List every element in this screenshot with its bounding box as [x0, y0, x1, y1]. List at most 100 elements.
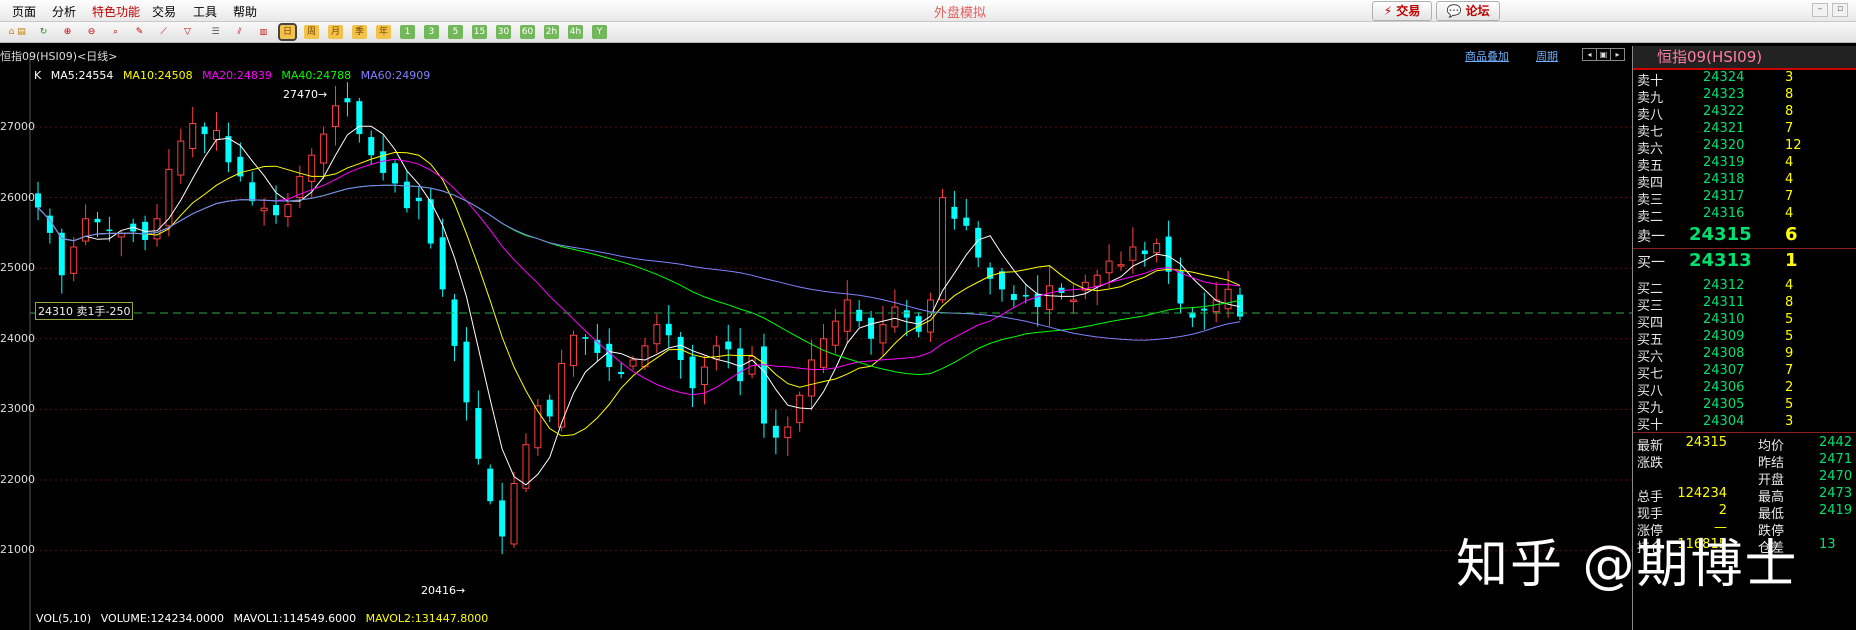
legend-mavol1: MAVOL1:114549.6000 [233, 612, 357, 625]
candle [700, 366, 708, 385]
candle [725, 341, 732, 350]
ask-row-volume: 8 [1785, 87, 1794, 102]
ask-row-price: 24322 [1703, 104, 1745, 119]
y-label: 22000 [0, 473, 35, 486]
ask-row-volume: 4 [1785, 155, 1794, 170]
bid-row-volume: 4 [1785, 278, 1794, 293]
watermark: 知乎 @期博士 [1456, 535, 1799, 595]
candle [1022, 295, 1029, 297]
y-label: 26000 [0, 191, 35, 204]
candle [1093, 274, 1101, 287]
candle [273, 205, 280, 216]
candle [1201, 308, 1208, 311]
candle [653, 324, 661, 345]
ask-row: 卖二 24316 4 [1633, 206, 1856, 226]
ma5-line [37, 125, 1241, 486]
candle [201, 126, 208, 135]
minimize-icon[interactable]: – [1812, 3, 1828, 17]
bid1-row-price: 24313 [1689, 250, 1752, 271]
ask1-row-volume: 6 [1785, 224, 1798, 245]
candle [534, 405, 542, 449]
candle [249, 182, 256, 202]
kline-chart[interactable] [0, 0, 1632, 630]
candle [677, 336, 684, 360]
bid-row-volume: 2 [1785, 380, 1794, 395]
legend-ma40: MA40:24788 [281, 69, 352, 82]
y-label: 21000 [0, 543, 35, 556]
stat-value: 2470 [1819, 469, 1853, 484]
stat-value: 13 [1819, 537, 1836, 552]
stat-value: 2442 [1819, 435, 1853, 450]
ask-row-volume: 8 [1785, 104, 1794, 119]
candle [368, 137, 375, 156]
candle [938, 197, 946, 301]
candle [1177, 271, 1184, 304]
bid1-row: 买一 24313 1 [1633, 250, 1856, 272]
candle [760, 346, 767, 424]
candle [879, 324, 887, 344]
candle [332, 105, 340, 127]
candle [415, 197, 422, 202]
stat-value: 2419 [1819, 503, 1853, 518]
candle [1069, 299, 1077, 302]
stats-divider [1633, 432, 1856, 433]
candle [772, 425, 779, 438]
bid-row-volume: 8 [1785, 295, 1794, 310]
candle [843, 299, 851, 332]
stat-value: 2471 [1819, 452, 1853, 467]
candle [320, 133, 328, 164]
candle [82, 218, 90, 242]
candle [1046, 285, 1054, 311]
candle [356, 101, 363, 135]
ask1-row-price: 24315 [1689, 224, 1752, 245]
restore-icon[interactable]: ▫ [1832, 3, 1848, 17]
legend-mavol2: MAVOL2:131447.8000 [365, 612, 489, 625]
bid-row-volume: 3 [1785, 414, 1794, 429]
candle [641, 345, 649, 368]
chart-right-icon[interactable]: ▸ [1610, 48, 1625, 61]
bid-row-volume: 5 [1785, 397, 1794, 412]
ask1-row: 卖一 24315 6 [1633, 224, 1856, 246]
candle [1010, 294, 1017, 300]
candle [903, 310, 910, 318]
ask-row-price: 24323 [1703, 87, 1745, 102]
candle [665, 323, 672, 336]
bid-row-price: 24306 [1703, 380, 1745, 395]
legend-k: K [34, 69, 42, 82]
candle [284, 204, 292, 218]
candle [165, 168, 173, 227]
bid-row-price: 24308 [1703, 346, 1745, 361]
candle [70, 246, 78, 274]
candle [213, 130, 221, 141]
chart-expand-icon[interactable]: ▣ [1596, 48, 1611, 61]
y-label: 24000 [0, 332, 35, 345]
candle [344, 98, 351, 103]
quote-header: 恒指09(HSI09) [1633, 46, 1856, 70]
bid-row-price: 24304 [1703, 414, 1745, 429]
stat-value: 24315 [1685, 435, 1727, 450]
bid-row-price: 24307 [1703, 363, 1745, 378]
candle [951, 206, 958, 219]
overlay-link[interactable]: 商品叠加 [1465, 48, 1509, 64]
stat-value: 2 [1718, 503, 1727, 518]
ask-row-price: 24324 [1703, 70, 1745, 85]
ask-row-price: 24320 [1703, 138, 1745, 153]
ask-row-volume: 3 [1785, 70, 1794, 85]
bid-row-price: 24305 [1703, 397, 1745, 412]
ask-row-label: 卖二 [1637, 210, 1664, 225]
candle [1117, 264, 1125, 267]
candle [451, 299, 458, 346]
bid-row-volume: 9 [1785, 346, 1794, 361]
period-link[interactable]: 周期 [1536, 48, 1558, 64]
ma-legend: K MA5:24554 MA10:24508 MA20:24839 MA40:2… [34, 69, 436, 82]
chart-title-bar: 恒指09(HSI09)<日线> 商品叠加 周期 [0, 47, 1632, 63]
bid-row-price: 24312 [1703, 278, 1745, 293]
candle [606, 343, 613, 368]
candle [499, 500, 506, 537]
candle [35, 193, 41, 208]
ma40-line [37, 184, 1241, 376]
bid-row-price: 24311 [1703, 295, 1745, 310]
chart-left-icon[interactable]: ◂ [1582, 48, 1597, 61]
legend-ma20: MA20:24839 [202, 69, 272, 82]
legend-vol: VOL(5,10) [36, 612, 92, 625]
